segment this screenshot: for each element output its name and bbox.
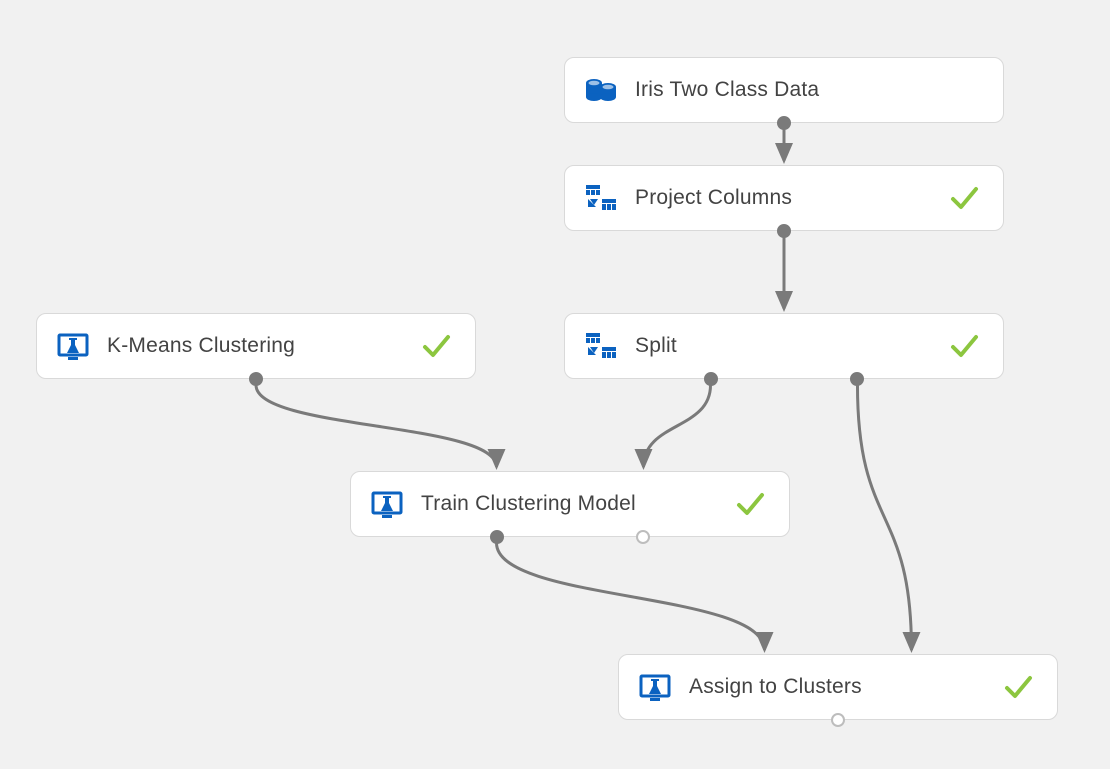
connector: [256, 385, 497, 467]
node-project-columns[interactable]: Project Columns: [564, 165, 1004, 231]
node-k-means-clustering[interactable]: K-Means Clustering: [36, 313, 476, 379]
output-port[interactable]: [704, 372, 718, 386]
status-check-icon: [947, 181, 981, 215]
pipeline-canvas[interactable]: Iris Two Class Data Project Columns K-Me…: [0, 0, 1110, 769]
status-check-icon: [733, 487, 767, 521]
output-port[interactable]: [831, 713, 845, 727]
output-port[interactable]: [850, 372, 864, 386]
connector: [857, 385, 911, 650]
database-icon: [583, 72, 619, 108]
node-train-clustering-model[interactable]: Train Clustering Model: [350, 471, 790, 537]
output-port[interactable]: [249, 372, 263, 386]
experiment-icon: [637, 669, 673, 705]
columns-icon: [583, 180, 619, 216]
experiment-icon: [55, 328, 91, 364]
node-assign-to-clusters[interactable]: Assign to Clusters: [618, 654, 1058, 720]
connector: [643, 385, 710, 467]
status-check-icon: [947, 329, 981, 363]
node-label: K-Means Clustering: [107, 334, 419, 358]
output-port[interactable]: [777, 116, 791, 130]
output-port[interactable]: [490, 530, 504, 544]
status-check-icon: [419, 329, 453, 363]
node-label: Assign to Clusters: [689, 675, 1001, 699]
experiment-icon: [369, 486, 405, 522]
node-label: Project Columns: [635, 186, 947, 210]
node-split[interactable]: Split: [564, 313, 1004, 379]
node-label: Split: [635, 334, 947, 358]
node-label: Iris Two Class Data: [635, 78, 981, 102]
node-iris-two-class-data[interactable]: Iris Two Class Data: [564, 57, 1004, 123]
node-label: Train Clustering Model: [421, 492, 733, 516]
output-port[interactable]: [777, 224, 791, 238]
output-port[interactable]: [636, 530, 650, 544]
columns-icon: [583, 328, 619, 364]
status-check-icon: [1001, 670, 1035, 704]
connector: [497, 543, 765, 650]
